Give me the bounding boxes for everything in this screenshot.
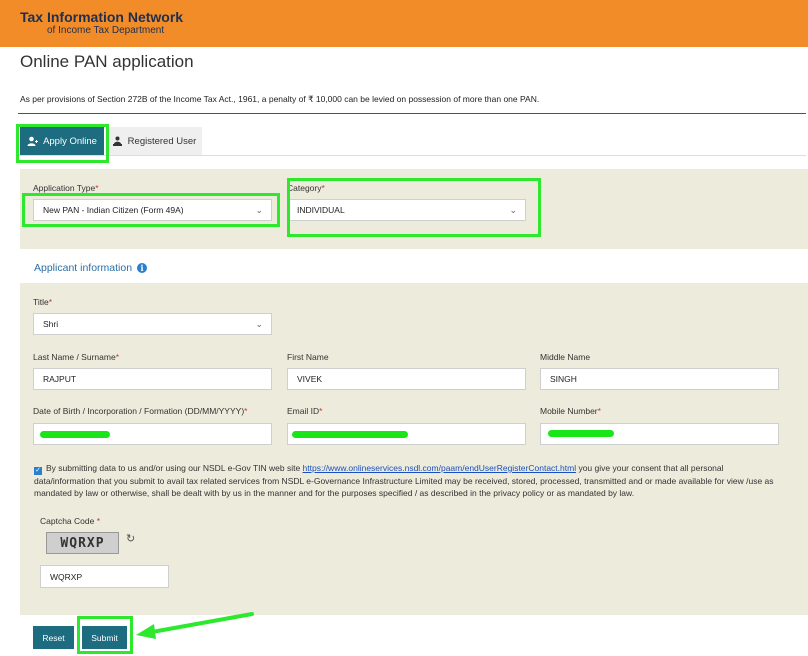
consent-link[interactable]: https://www.onlineservices.nsdl.com/paam… (303, 463, 577, 473)
tab-apply-online[interactable]: Apply Online (20, 127, 104, 155)
last-name-label: Last Name / Surname* (33, 352, 119, 362)
category-label: Category* (287, 183, 325, 193)
chevron-down-icon: ⌄ (255, 205, 263, 215)
captcha-input[interactable]: WQRXP (40, 565, 169, 588)
page-title: Online PAN application (20, 52, 194, 71)
redaction-mark (548, 430, 614, 437)
consent-checkbox[interactable]: ✓ (34, 467, 42, 475)
brand-subtitle: of Income Tax Department (47, 25, 165, 36)
category-select[interactable]: INDIVIDUAL ⌄ (287, 199, 526, 221)
submit-button[interactable]: Submit (82, 626, 127, 649)
refresh-icon[interactable]: ↻ (126, 532, 135, 545)
divider (18, 113, 806, 114)
title-label: Title* (33, 297, 53, 307)
captcha-image: WQRXP (46, 532, 119, 554)
user-group-icon (112, 136, 123, 147)
applicant-information-heading: Applicant information i (34, 262, 148, 274)
first-name-field[interactable]: VIVEK (287, 368, 526, 390)
consent-text: ✓ By submitting data to us and/or using o… (34, 463, 774, 498)
tab-apply-online-label: Apply Online (43, 135, 97, 147)
info-icon[interactable]: i (137, 263, 148, 273)
brand-title: Tax Information Network (20, 9, 184, 25)
tab-registered-user[interactable]: Registered User (106, 127, 202, 155)
dob-label: Date of Birth / Incorporation / Formatio… (33, 406, 248, 416)
captcha-label: Captcha Code * (40, 516, 101, 526)
first-name-label: First Name (287, 352, 329, 362)
penalty-notice: As per provisions of Section 272B of the… (20, 94, 540, 104)
redaction-mark (40, 431, 110, 438)
middle-name-field[interactable]: SINGH (540, 368, 779, 390)
mobile-label: Mobile Number* (540, 406, 601, 416)
redaction-mark (292, 431, 408, 438)
email-label: Email ID* (287, 406, 323, 416)
header-bar: Tax Information Network of Income Tax De… (0, 0, 808, 47)
chevron-down-icon: ⌄ (509, 205, 517, 215)
application-type-label: Application Type* (33, 183, 99, 193)
reset-button[interactable]: Reset (33, 626, 74, 649)
annotation-arrow (136, 612, 254, 639)
application-type-select[interactable]: New PAN - Indian Citizen (Form 49A) ⌄ (33, 199, 272, 221)
last-name-field[interactable]: RAJPUT (33, 368, 272, 390)
tab-registered-user-label: Registered User (127, 135, 197, 147)
title-select[interactable]: Shri ⌄ (33, 313, 272, 335)
middle-name-label: Middle Name (540, 352, 591, 362)
user-plus-icon (27, 136, 39, 147)
chevron-down-icon: ⌄ (255, 319, 263, 329)
tabs-divider (18, 155, 806, 156)
